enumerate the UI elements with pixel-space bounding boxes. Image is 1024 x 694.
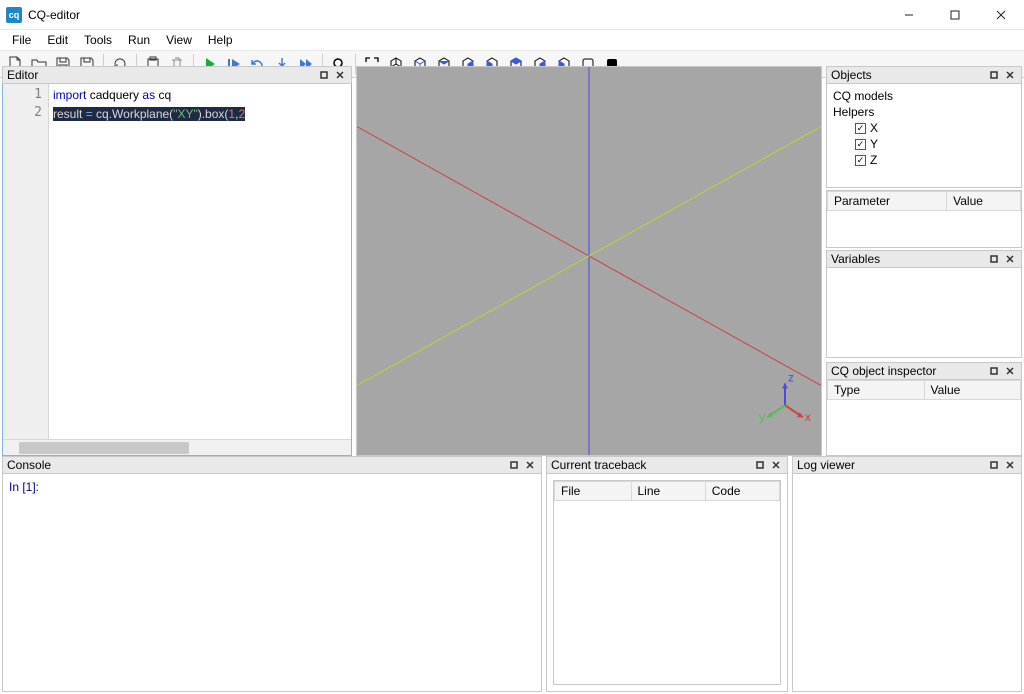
console-body[interactable]: In [1]:	[2, 474, 542, 692]
tree-item-x[interactable]: ✓X	[833, 120, 1015, 136]
col-parameter[interactable]: Parameter	[828, 192, 947, 211]
close-button[interactable]	[978, 0, 1024, 30]
editor-panel: Editor 1 2 import cadquery as cq result …	[2, 66, 352, 456]
close-icon[interactable]	[333, 68, 347, 82]
col-value[interactable]: Value	[924, 381, 1021, 400]
menu-view[interactable]: View	[158, 31, 200, 49]
minimize-button[interactable]	[886, 0, 932, 30]
variables-panel-title: Variables	[831, 252, 880, 266]
inspector-panel-header[interactable]: CQ object inspector	[826, 362, 1022, 380]
menu-file[interactable]: File	[4, 31, 39, 49]
editor-scrollbar[interactable]	[3, 439, 351, 455]
editor-panel-title: Editor	[7, 68, 38, 82]
svg-text:z: z	[788, 370, 794, 384]
parameter-grid[interactable]: ParameterValue	[826, 190, 1022, 248]
console-panel-title: Console	[7, 458, 51, 472]
editor-code-area[interactable]: import cadquery as cq result = cq.Workpl…	[49, 84, 249, 439]
menu-edit[interactable]: Edit	[39, 31, 76, 49]
col-line[interactable]: Line	[631, 482, 705, 501]
close-icon[interactable]	[769, 458, 783, 472]
objects-tree[interactable]: CQ models Helpers ✓X ✓Y ✓Z	[826, 84, 1022, 188]
traceback-body[interactable]: File Line Code	[546, 474, 788, 692]
checkbox-icon[interactable]: ✓	[855, 139, 866, 150]
traceback-panel: Current traceback File Line Code	[546, 456, 788, 692]
console-prompt: In [1]:	[9, 480, 39, 494]
tree-item-cqmodels[interactable]: CQ models	[833, 88, 1015, 104]
inspector-panel-title: CQ object inspector	[831, 364, 936, 378]
checkbox-icon[interactable]: ✓	[855, 123, 866, 134]
inspector-body[interactable]: Type Value	[826, 380, 1022, 456]
parameter-panel: ParameterValue	[826, 190, 1022, 248]
objects-panel-header[interactable]: Objects	[826, 66, 1022, 84]
line-number: 1	[3, 86, 48, 104]
line-number: 2	[3, 104, 48, 122]
float-icon[interactable]	[317, 68, 331, 82]
col-code[interactable]: Code	[705, 482, 779, 501]
objects-panel: Objects CQ models Helpers ✓X ✓Y ✓Z	[826, 66, 1022, 188]
svg-text:y: y	[759, 410, 765, 424]
log-panel-header[interactable]: Log viewer	[792, 456, 1022, 474]
log-panel: Log viewer	[792, 456, 1022, 692]
variables-body[interactable]	[826, 268, 1022, 358]
menubar: File Edit Tools Run View Help	[0, 30, 1024, 50]
viewport-3d[interactable]: z x y	[356, 66, 822, 456]
console-panel-header[interactable]: Console	[2, 456, 542, 474]
log-panel-title: Log viewer	[797, 458, 855, 472]
close-icon[interactable]	[523, 458, 537, 472]
close-icon[interactable]	[1003, 364, 1017, 378]
app-icon: cq	[6, 7, 22, 23]
float-icon[interactable]	[987, 252, 1001, 266]
traceback-panel-header[interactable]: Current traceback	[546, 456, 788, 474]
tree-item-helpers[interactable]: Helpers	[833, 104, 1015, 120]
titlebar: cq CQ-editor	[0, 0, 1024, 30]
editor-body[interactable]: 1 2 import cadquery as cq result = cq.Wo…	[2, 84, 352, 456]
menu-tools[interactable]: Tools	[76, 31, 120, 49]
traceback-panel-title: Current traceback	[551, 458, 646, 472]
tree-item-y[interactable]: ✓Y	[833, 136, 1015, 152]
col-type[interactable]: Type	[828, 381, 925, 400]
close-icon[interactable]	[1003, 252, 1017, 266]
float-icon[interactable]	[987, 68, 1001, 82]
float-icon[interactable]	[987, 458, 1001, 472]
float-icon[interactable]	[507, 458, 521, 472]
menu-run[interactable]: Run	[120, 31, 158, 49]
console-panel: Console In [1]:	[2, 456, 542, 692]
objects-panel-title: Objects	[831, 68, 872, 82]
close-icon[interactable]	[1003, 458, 1017, 472]
viewport-panel: z x y	[356, 66, 822, 456]
menu-help[interactable]: Help	[200, 31, 241, 49]
inspector-panel: CQ object inspector Type Value	[826, 362, 1022, 456]
checkbox-icon[interactable]: ✓	[855, 155, 866, 166]
editor-panel-header[interactable]: Editor	[2, 66, 352, 84]
maximize-button[interactable]	[932, 0, 978, 30]
svg-text:x: x	[805, 410, 811, 424]
tree-item-z[interactable]: ✓Z	[833, 152, 1015, 168]
editor-gutter: 1 2	[3, 84, 49, 439]
col-file[interactable]: File	[555, 482, 632, 501]
col-value[interactable]: Value	[947, 192, 1021, 211]
variables-panel-header[interactable]: Variables	[826, 250, 1022, 268]
float-icon[interactable]	[753, 458, 767, 472]
window-title: CQ-editor	[28, 8, 886, 22]
variables-panel: Variables	[826, 250, 1022, 358]
close-icon[interactable]	[1003, 68, 1017, 82]
log-body[interactable]	[792, 474, 1022, 692]
float-icon[interactable]	[987, 364, 1001, 378]
